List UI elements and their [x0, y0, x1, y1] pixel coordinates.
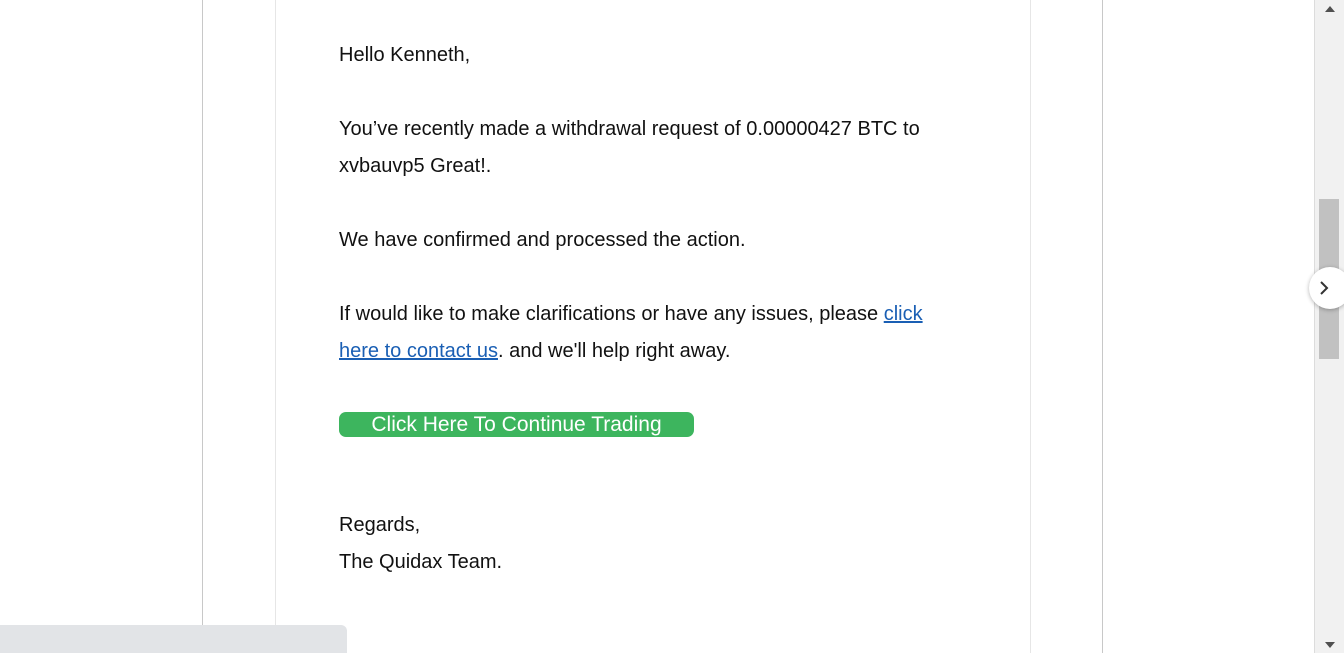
- chevron-right-icon: [1320, 281, 1329, 295]
- signoff-team: The Quidax Team.: [339, 551, 503, 573]
- scroll-down-button[interactable]: [1315, 636, 1344, 653]
- cta-wrapper: Click Here To Continue Trading: [339, 407, 959, 437]
- email-body: Hello Kenneth, You’ve recently made a wi…: [339, 37, 959, 581]
- withdrawal-text: You’ve recently made a withdrawal reques…: [339, 118, 920, 177]
- confirmation-text: We have confirmed and processed the acti…: [339, 229, 746, 251]
- signoff: Regards, The Quidax Team.: [339, 507, 959, 581]
- email-viewport: Hello Kenneth, You’ve recently made a wi…: [0, 0, 1344, 653]
- greeting-text: Hello Kenneth,: [339, 44, 471, 66]
- triangle-up-icon: [1324, 5, 1335, 12]
- signoff-regards: Regards,: [339, 514, 421, 536]
- scroll-up-button[interactable]: [1315, 0, 1344, 17]
- side-panel-toggle[interactable]: [1309, 267, 1344, 309]
- clarification-prefix: If would like to make clarifications or …: [339, 303, 884, 325]
- bottom-status-bar: [0, 625, 347, 653]
- clarification-suffix: . and we'll help right away.: [497, 340, 731, 362]
- triangle-down-icon: [1324, 641, 1335, 648]
- clarification-text: If would like to make clarifications or …: [339, 296, 959, 370]
- continue-trading-button[interactable]: Click Here To Continue Trading: [339, 412, 694, 437]
- vertical-scrollbar[interactable]: [1314, 0, 1344, 653]
